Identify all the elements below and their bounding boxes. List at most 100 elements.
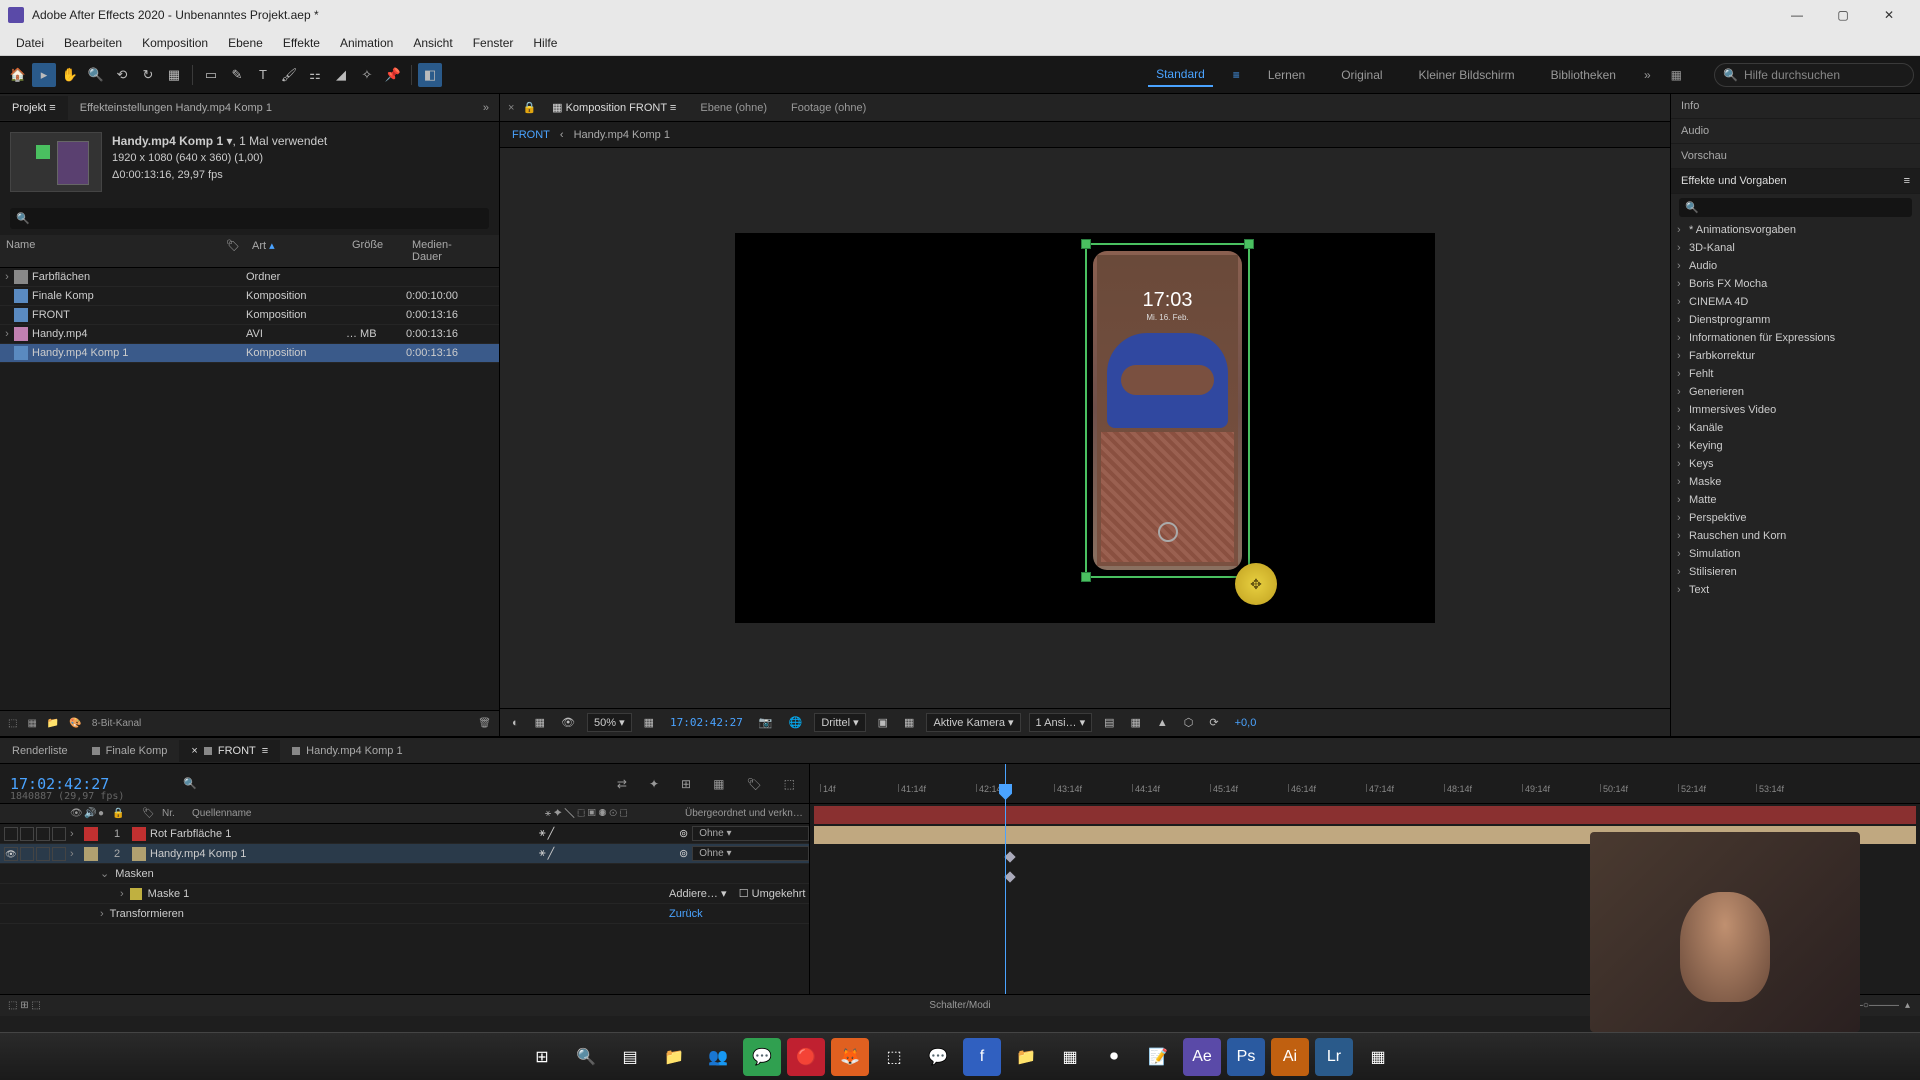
views-dropdown[interactable]: 1 Ansi… ▾ bbox=[1029, 713, 1093, 732]
workspace-overflow-icon[interactable]: » bbox=[1644, 68, 1651, 82]
trash-icon[interactable]: 🗑 bbox=[478, 718, 491, 729]
project-item[interactable]: FRONTKomposition0:00:13:16 bbox=[0, 306, 499, 325]
timeline-mask-1[interactable]: ›Maske 1Addiere… ▾ ☐ Umgekehrt bbox=[0, 884, 809, 904]
menu-effekte[interactable]: Effekte bbox=[273, 32, 330, 54]
taskbar-app1-icon[interactable]: ⬚ bbox=[875, 1038, 913, 1076]
keyframe-marker[interactable] bbox=[1004, 851, 1015, 862]
taskbar-teams-icon[interactable]: 👥 bbox=[699, 1038, 737, 1076]
mask-handle-tr[interactable] bbox=[1244, 239, 1254, 249]
project-item[interactable]: ›FarbflächenOrdner bbox=[0, 268, 499, 287]
taskbar-opera-icon[interactable]: 🔴 bbox=[787, 1038, 825, 1076]
menu-hilfe[interactable]: Hilfe bbox=[523, 32, 567, 54]
effects-category[interactable]: Audio bbox=[1671, 257, 1920, 275]
col-header-parent[interactable]: Übergeordnet und verkn… bbox=[679, 808, 809, 819]
channel-toggle-icon[interactable]: ▦ bbox=[531, 714, 549, 731]
effects-category[interactable]: Rauschen und Korn bbox=[1671, 527, 1920, 545]
track-layer-1[interactable] bbox=[814, 806, 1916, 824]
timeline-tab-handy[interactable]: Handy.mp4 Komp 1 bbox=[280, 740, 414, 762]
keyframe-marker-2[interactable] bbox=[1004, 871, 1015, 882]
workspace-lernen[interactable]: Lernen bbox=[1260, 64, 1313, 86]
tlh-eye-icon[interactable]: 👁 bbox=[70, 808, 84, 819]
composition-viewport[interactable]: 17:03 Mi. 16. Feb. ✥ bbox=[500, 148, 1670, 708]
taskbar-obs-icon[interactable]: ⏺ bbox=[1095, 1038, 1133, 1076]
effects-category[interactable]: Text bbox=[1671, 581, 1920, 599]
depth-label[interactable]: 8-Bit-Kanal bbox=[92, 718, 141, 729]
timeline-tab-finale[interactable]: Finale Komp bbox=[80, 740, 180, 762]
timeline-transform-group[interactable]: ›TransformierenZurück bbox=[0, 904, 809, 924]
project-item[interactable]: Handy.mp4 Komp 1Komposition0:00:13:16 bbox=[0, 344, 499, 363]
effects-category[interactable]: 3D-Kanal bbox=[1671, 239, 1920, 257]
taskbar-app2-icon[interactable]: ▦ bbox=[1051, 1038, 1089, 1076]
col-header-dur[interactable]: Medien-Dauer bbox=[406, 235, 486, 267]
effects-category[interactable]: Kanäle bbox=[1671, 419, 1920, 437]
new-comp-icon[interactable]: ▦ bbox=[27, 718, 36, 729]
adjust-icon[interactable]: 🎨 bbox=[69, 718, 81, 729]
comp-tab-layer[interactable]: Ebene (ohne) bbox=[692, 98, 775, 118]
roto-tool[interactable]: ✧ bbox=[355, 63, 379, 87]
effects-category[interactable]: Keys bbox=[1671, 455, 1920, 473]
playhead[interactable] bbox=[1005, 764, 1006, 994]
effects-category[interactable]: Informationen für Expressions bbox=[1671, 329, 1920, 347]
mask-handle-bl[interactable] bbox=[1081, 572, 1091, 582]
comp-tab-composition[interactable]: ▦ Komposition FRONT ≡ bbox=[544, 97, 684, 118]
zoom-dropdown[interactable]: 50% ▾ bbox=[587, 713, 632, 732]
taskbar-messenger-icon[interactable]: 💬 bbox=[919, 1038, 957, 1076]
col-header-name[interactable]: Name bbox=[0, 235, 220, 267]
project-search-input[interactable]: 🔍 bbox=[10, 208, 489, 229]
menu-fenster[interactable]: Fenster bbox=[463, 32, 524, 54]
timeline-layer-row[interactable]: 👁›2Handy.mp4 Komp 1⚹╱⊚Ohne ▾ bbox=[0, 844, 809, 864]
panel-audio[interactable]: Audio bbox=[1671, 119, 1920, 144]
effects-category[interactable]: CINEMA 4D bbox=[1671, 293, 1920, 311]
camera-dropdown[interactable]: Aktive Kamera ▾ bbox=[926, 713, 1020, 732]
tl-icon-5[interactable]: 🏷 bbox=[742, 775, 765, 793]
mask-bounding-box[interactable]: 17:03 Mi. 16. Feb. bbox=[1085, 243, 1250, 578]
effects-search-input[interactable]: 🔍 bbox=[1679, 198, 1912, 217]
close-button[interactable]: ✕ bbox=[1866, 0, 1912, 30]
effects-category[interactable]: Boris FX Mocha bbox=[1671, 275, 1920, 293]
taskbar-lr-icon[interactable]: Lr bbox=[1315, 1038, 1353, 1076]
taskbar-firefox-icon[interactable]: 🦊 bbox=[831, 1038, 869, 1076]
snap-toggle[interactable]: ◧ bbox=[418, 63, 442, 87]
minimize-button[interactable]: — bbox=[1774, 0, 1820, 30]
help-search-input[interactable]: 🔍 Hilfe durchsuchen bbox=[1714, 63, 1914, 87]
interpret-footage-icon[interactable]: ⬚ bbox=[8, 718, 17, 729]
comp-tab-close-icon[interactable]: × bbox=[508, 102, 514, 114]
home-tool[interactable]: 🏠 bbox=[6, 63, 30, 87]
tlh-tag-icon[interactable]: 🏷 bbox=[136, 808, 156, 819]
menu-ansicht[interactable]: Ansicht bbox=[403, 32, 462, 54]
resolution-dropdown[interactable]: Drittel ▾ bbox=[814, 713, 865, 732]
taskbar-facebook-icon[interactable]: f bbox=[963, 1038, 1001, 1076]
effects-category[interactable]: Matte bbox=[1671, 491, 1920, 509]
roi-icon[interactable]: ▣ bbox=[874, 714, 892, 731]
workspace-menu-icon[interactable]: ≡ bbox=[1233, 68, 1240, 82]
effects-category[interactable]: Dienstprogramm bbox=[1671, 311, 1920, 329]
effects-category[interactable]: Keying bbox=[1671, 437, 1920, 455]
new-folder-icon[interactable]: 📁 bbox=[47, 718, 59, 729]
project-item[interactable]: Finale KompKomposition0:00:10:00 bbox=[0, 287, 499, 306]
tlh-lock-icon[interactable]: 🔒 bbox=[112, 808, 126, 819]
taskbar-win-icon[interactable]: ⊞ bbox=[523, 1038, 561, 1076]
timeline-tab-renderliste[interactable]: Renderliste bbox=[0, 740, 80, 762]
brush-tool[interactable]: 🖌 bbox=[277, 63, 301, 87]
menu-animation[interactable]: Animation bbox=[330, 32, 403, 54]
tl-icon-4[interactable]: ▦ bbox=[709, 775, 728, 793]
tl-icon-2[interactable]: ✦ bbox=[645, 775, 663, 793]
workspace-bibliotheken[interactable]: Bibliotheken bbox=[1543, 64, 1624, 86]
tab-project[interactable]: Projekt ≡ bbox=[0, 96, 68, 120]
breadcrumb-handy[interactable]: Handy.mp4 Komp 1 bbox=[574, 129, 670, 141]
vf-icon-3[interactable]: ▲ bbox=[1153, 715, 1172, 731]
taskbar-ae-icon[interactable]: Ae bbox=[1183, 1038, 1221, 1076]
tlh-audio-icon[interactable]: 🔊 bbox=[84, 808, 98, 819]
puppet-tool[interactable]: 📌 bbox=[381, 63, 405, 87]
comp-tab-footage[interactable]: Footage (ohne) bbox=[783, 98, 874, 118]
comp-tab-lock-icon[interactable]: 🔒 bbox=[522, 101, 536, 114]
col-header-size[interactable]: Größe bbox=[346, 235, 406, 267]
taskbar-br-icon[interactable]: ▦ bbox=[1359, 1038, 1397, 1076]
grid-icon[interactable]: ▦ bbox=[640, 714, 658, 731]
timeline-timecode[interactable]: 17:02:42:27 bbox=[10, 775, 109, 793]
tl-icon-3[interactable]: ⊞ bbox=[677, 775, 695, 793]
vf-icon-1[interactable]: ▤ bbox=[1100, 714, 1118, 731]
shape-tool[interactable]: ▭ bbox=[199, 63, 223, 87]
timeline-search-icon[interactable]: 🔍 bbox=[183, 777, 197, 790]
tlf-icon-1[interactable]: ⬚ ⊞ ⬚ bbox=[8, 1000, 41, 1011]
